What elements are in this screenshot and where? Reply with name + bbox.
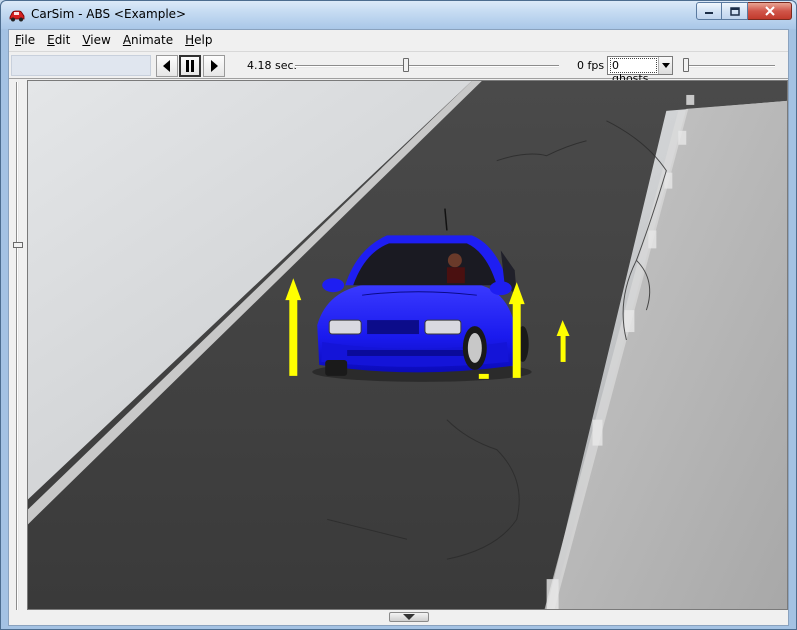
chevron-down-icon[interactable]: [658, 57, 672, 74]
time-readout: 4.18 sec.: [247, 59, 298, 72]
menu-edit[interactable]: Edit: [41, 30, 76, 50]
menu-bar: File Edit View Animate Help: [9, 30, 788, 50]
bottom-splitter-handle[interactable]: [389, 612, 429, 622]
app-window: CarSim - ABS <Example> File Edit View An…: [0, 0, 797, 630]
maximize-icon: [729, 6, 740, 16]
pause-icon: [186, 60, 194, 72]
chevron-down-icon: [403, 614, 415, 620]
ghosts-dropdown[interactable]: 0 ghosts: [607, 56, 673, 85]
menu-help[interactable]: Help: [179, 30, 218, 50]
toolbar-blank-panel: [11, 55, 151, 76]
maximize-button[interactable]: [722, 2, 748, 20]
fps-readout: 0 fps: [577, 59, 605, 72]
menu-view[interactable]: View: [76, 30, 116, 50]
step-back-icon: [163, 60, 170, 72]
minimize-button[interactable]: [696, 2, 722, 20]
playback-toolbar: 4.18 sec. 0 fps 0 ghosts: [9, 51, 788, 85]
menu-animate[interactable]: Animate: [117, 30, 179, 50]
pause-button[interactable]: [179, 55, 201, 77]
carsim-app-icon: [9, 10, 25, 22]
vertical-slider-thumb[interactable]: [13, 242, 23, 248]
window-title: CarSim - ABS <Example>: [31, 7, 187, 21]
ghosts-selected-value: 0 ghosts: [610, 58, 657, 85]
client-area: File Edit View Animate Help 4.18 sec. 0 …: [8, 29, 789, 626]
time-slider-thumb[interactable]: [403, 58, 410, 72]
animation-viewport-wrap: [9, 80, 788, 625]
close-button[interactable]: [748, 2, 792, 20]
close-icon: [764, 6, 775, 16]
play-button[interactable]: [203, 55, 225, 77]
title-bar[interactable]: CarSim - ABS <Example>: [1, 1, 796, 29]
step-back-button[interactable]: [156, 55, 178, 77]
play-icon: [211, 60, 218, 72]
time-slider-track[interactable]: [295, 65, 559, 68]
vertical-slider-track: [16, 82, 19, 610]
ghost-slider-track[interactable]: [683, 65, 775, 68]
animation-scene[interactable]: [27, 80, 788, 610]
minimize-icon: [705, 12, 713, 14]
vertical-slider[interactable]: [11, 82, 25, 610]
force-arrow-rear-left: [478, 373, 489, 379]
ghost-slider-thumb[interactable]: [683, 58, 689, 72]
menu-file[interactable]: File: [9, 30, 41, 50]
